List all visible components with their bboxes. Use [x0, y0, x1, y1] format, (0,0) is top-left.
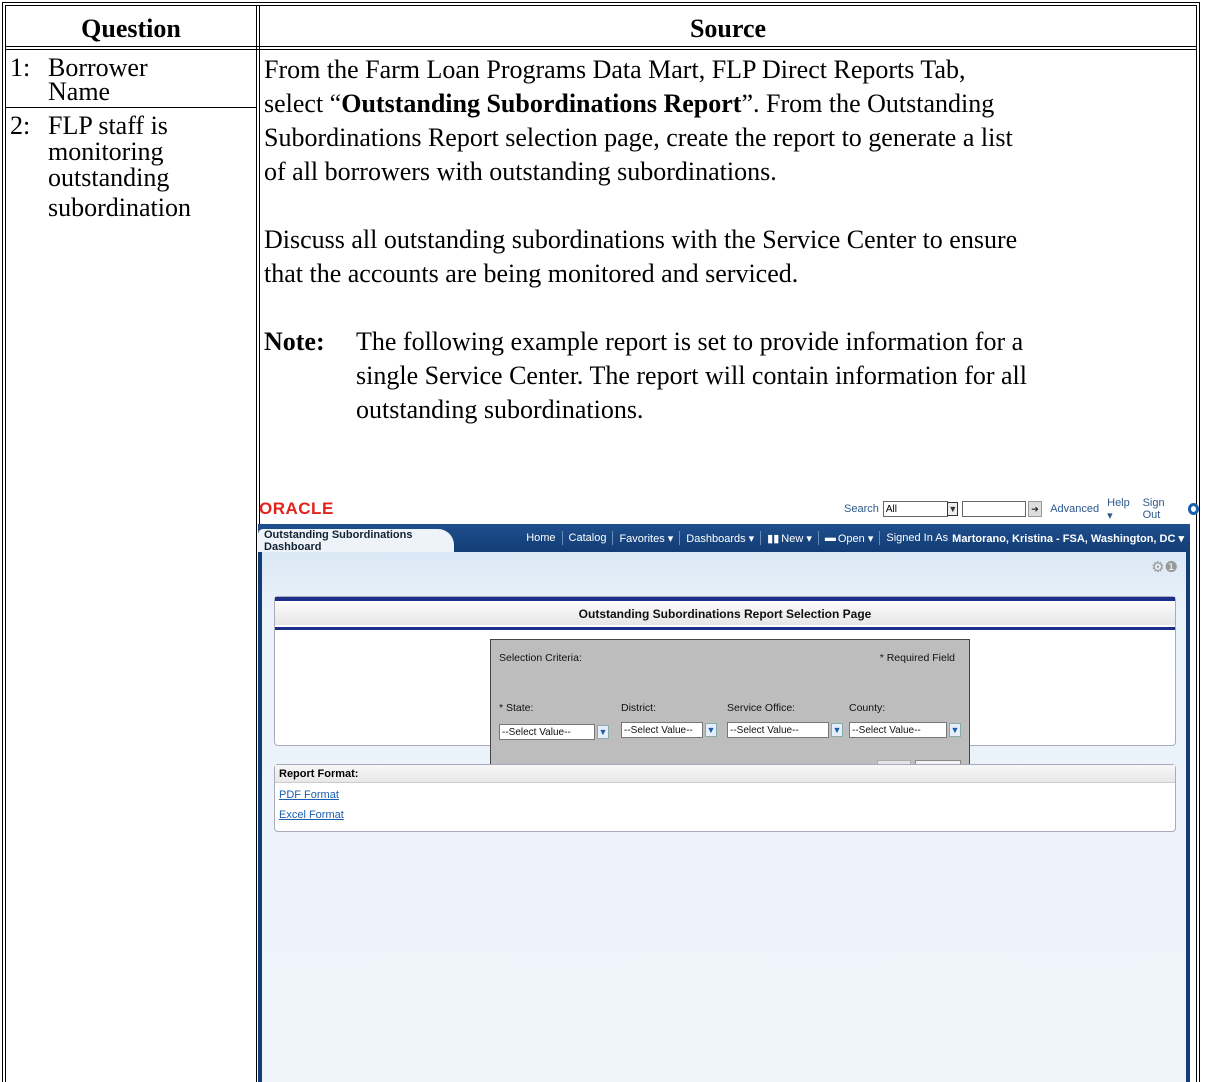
sign-out-link[interactable]: Sign Out — [1143, 497, 1181, 521]
help-menu[interactable]: Help ▾ — [1107, 497, 1134, 522]
activity-ring-icon — [1188, 503, 1200, 515]
service-office-select[interactable]: --Select Value-- ▼ — [727, 722, 843, 738]
pdf-format-link[interactable]: PDF Format — [279, 789, 339, 801]
selection-criteria-label: Selection Criteria: — [499, 652, 582, 664]
row-2-number: 2: — [10, 111, 31, 140]
note-line-2: single Service Center. The report will c… — [356, 361, 1027, 390]
global-header: Search All ▼ ➔ Advanced Help ▾ Sign Out — [844, 497, 1200, 522]
row-1-question-line-2: Name — [48, 77, 111, 106]
header-source: Source — [689, 14, 767, 43]
header-divider — [6, 46, 1196, 50]
note-line-3: outstanding subordinations. — [356, 395, 644, 424]
excel-format-link[interactable]: Excel Format — [279, 809, 344, 821]
user-menu[interactable]: Martorano, Kristina - FSA, Washington, D… — [952, 532, 1184, 545]
county-label: County: — [849, 702, 886, 714]
signed-in-label: Signed In As — [886, 532, 949, 544]
nav-open[interactable]: Open ▾ — [838, 532, 874, 545]
report-format-panel: Report Format: PDF Format Excel Format — [274, 764, 1176, 832]
source-line-1: From the Farm Loan Programs Data Mart, F… — [264, 55, 966, 84]
row-2-question-line-3: outstanding — [48, 163, 170, 192]
nav-home[interactable]: Home — [526, 532, 555, 544]
advanced-link[interactable]: Advanced — [1050, 503, 1099, 515]
chevron-down-icon[interactable]: ▼ — [949, 723, 961, 737]
state-select[interactable]: --Select Value-- ▼ — [499, 724, 609, 740]
required-field-note: * Required Field — [879, 652, 955, 664]
county-select[interactable]: --Select Value-- ▼ — [849, 722, 961, 738]
gear-icon[interactable]: ⚙❶ — [1151, 558, 1178, 576]
search-label: Search — [844, 503, 879, 515]
report-name-bold: Outstanding Subordinations Report — [341, 89, 742, 118]
new-icon: ▮▮ — [767, 532, 780, 545]
oracle-logo: ORACLE — [259, 499, 334, 518]
row-divider — [6, 107, 256, 108]
selection-panel: Outstanding Subordinations Report Select… — [274, 596, 1176, 787]
chevron-down-icon[interactable]: ▼ — [947, 502, 959, 516]
note-line-1: The following example report is set to p… — [356, 327, 1024, 356]
district-select[interactable]: --Select Value-- ▼ — [621, 722, 717, 738]
chevron-down-icon[interactable]: ▼ — [705, 723, 717, 737]
dashboard-content: ⚙❶ Outstanding Subordinations Report Sel… — [258, 552, 1190, 1082]
source-line-5: Discuss all outstanding subordinations w… — [264, 225, 1018, 254]
search-go-icon[interactable]: ➔ — [1027, 501, 1043, 517]
nav-links: Home Catalog Favorites ▾ Dashboards ▾ ▮▮… — [526, 524, 1184, 552]
row-2-question-line-4: subordination — [48, 193, 191, 222]
tab-dashboard[interactable]: Outstanding Subordinations Dashboard — [258, 529, 454, 553]
district-label: District: — [621, 702, 656, 714]
search-scope-select[interactable]: All — [882, 501, 949, 517]
page-title: Outstanding Subordinations Report Select… — [275, 603, 1175, 625]
search-input[interactable] — [962, 501, 1026, 517]
nav-bar: Outstanding Subordinations Dashboard Hom… — [258, 524, 1190, 553]
row-1-number: 1: — [10, 53, 31, 82]
obiee-screenshot: ORACLE Search All ▼ ➔ Advanced Help ▾ Si… — [256, 496, 1200, 1082]
report-format-label: Report Format: — [275, 765, 1175, 783]
nav-favorites[interactable]: Favorites ▾ — [619, 532, 673, 545]
source-line-4: of all borrowers with outstanding subord… — [264, 157, 777, 186]
source-line-2: select “Outstanding Subordinations Repor… — [264, 89, 995, 118]
chevron-down-icon[interactable]: ▼ — [597, 725, 609, 739]
source-line-6: that the accounts are being monitored an… — [264, 259, 799, 288]
nav-new[interactable]: New ▾ — [781, 532, 812, 545]
state-label: * State: — [499, 702, 534, 714]
chevron-down-icon[interactable]: ▼ — [831, 723, 843, 737]
service-office-label: Service Office: — [727, 702, 796, 714]
folder-icon: ▬ — [824, 532, 836, 544]
nav-catalog[interactable]: Catalog — [569, 532, 607, 544]
header-question: Question — [81, 14, 181, 43]
note-label: Note: — [264, 327, 325, 356]
source-line-3: Subordinations Report selection page, cr… — [264, 123, 1013, 152]
nav-dashboards[interactable]: Dashboards ▾ — [686, 532, 754, 545]
